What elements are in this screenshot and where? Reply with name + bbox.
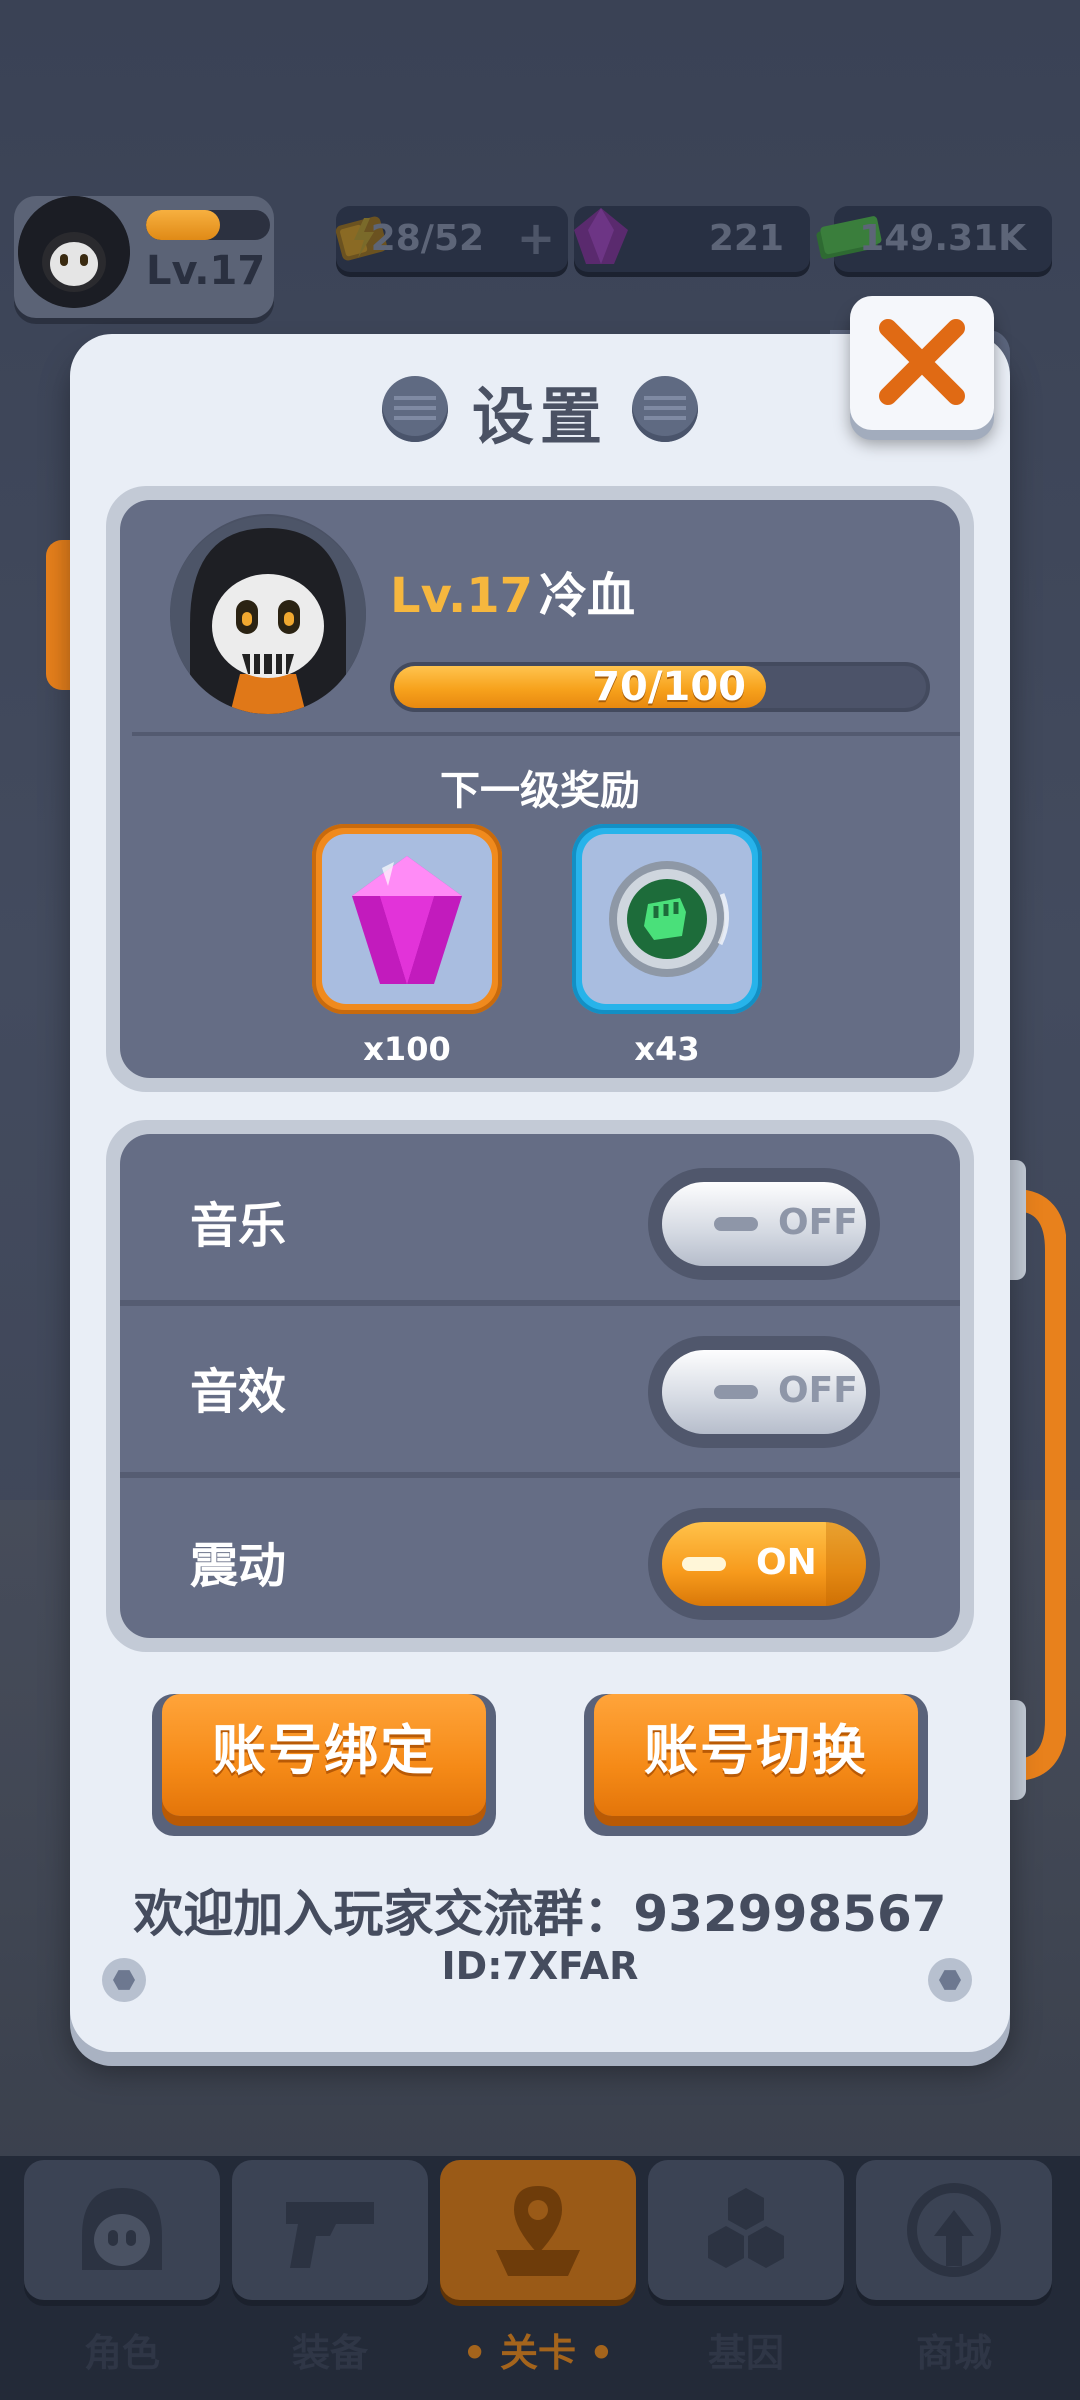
xp-progress-text: 70/100 (592, 664, 746, 710)
hexagon-cluster-icon (708, 2188, 784, 2268)
music-toggle[interactable]: OFF (662, 1182, 866, 1266)
switch-account-button[interactable]: 账号切换 (594, 1694, 918, 1816)
gem-icon (574, 208, 628, 264)
profile-avatar (170, 514, 366, 714)
nav-tab-shop[interactable] (856, 2160, 1052, 2300)
player-group-text: 欢迎加入玩家交流群：932998567 (133, 1885, 947, 1943)
purple-gem-icon (352, 856, 462, 984)
toggle-knob (714, 1217, 758, 1231)
settings-dialog: 设置 Lv.17 冷血 70/100 下一级奖励 x100 x43 音乐 OFF… (70, 334, 1010, 2052)
gem-counter[interactable]: 221 (574, 206, 810, 272)
xp-progress-bar: 70/100 (390, 662, 930, 712)
audio-settings-panel: 音乐 OFF 音效 OFF 震动 ON (106, 1120, 974, 1652)
nav-label-genes: 基因 (707, 2331, 784, 2375)
sfx-toggle-housing: OFF (648, 1336, 880, 1448)
profile-level: Lv.17 (390, 568, 533, 624)
music-toggle-state: OFF (778, 1202, 858, 1243)
gun-icon (286, 2202, 374, 2268)
profile-panel: Lv.17 冷血 70/100 下一级奖励 x100 x43 (106, 486, 974, 1092)
nav-tab-equipment[interactable] (232, 2160, 428, 2300)
skull-icon (82, 2188, 162, 2270)
switch-account-button-base: 账号切换 (584, 1694, 928, 1836)
hud-xp-bar (146, 210, 270, 240)
nav-tab-stages[interactable] (440, 2160, 636, 2300)
energy-counter[interactable]: 28/52 + (335, 206, 568, 272)
setting-row-sfx: 音效 OFF (120, 1306, 960, 1472)
setting-row-vibration: 震动 ON (120, 1478, 960, 1638)
add-energy-button[interactable]: + (514, 215, 558, 261)
nav-label-character: 角色 (83, 2331, 160, 2375)
player-name: 冷血 (539, 568, 636, 624)
reward-qty-gem: x100 (363, 1030, 451, 1068)
setting-row-music: 音乐 OFF (120, 1134, 960, 1300)
toggle-knob (714, 1385, 758, 1399)
nav-label-shop: 商城 (915, 2331, 992, 2375)
setting-label-sfx: 音效 (190, 1364, 287, 1420)
map-pin-icon (496, 2186, 580, 2276)
bind-account-button-base: 账号绑定 (152, 1694, 496, 1836)
close-icon (879, 319, 965, 405)
reward-slot-fist-coin[interactable] (572, 824, 762, 1014)
vibration-toggle[interactable]: ON (662, 1522, 866, 1606)
hud-avatar (18, 196, 130, 308)
next-level-reward-title: 下一级奖励 (440, 768, 640, 814)
profile-divider (132, 732, 960, 736)
setting-label-vibration: 震动 (190, 1538, 287, 1594)
setting-label-music: 音乐 (190, 1198, 287, 1254)
close-button[interactable] (850, 296, 994, 430)
music-toggle-housing: OFF (648, 1168, 880, 1280)
profile-level-line: Lv.17 冷血 (390, 556, 635, 626)
player-id-text[interactable]: ID:7XFAR (70, 1944, 1010, 1988)
nav-tab-genes[interactable] (648, 2160, 844, 2300)
hud-player-card[interactable]: Lv.17 (14, 196, 274, 318)
profile-panel-inner: Lv.17 冷血 70/100 下一级奖励 x100 x43 (120, 500, 960, 1078)
energy-value: 28/52 (370, 218, 484, 259)
green-fist-coin-icon (609, 861, 729, 977)
reward-slot-gem[interactable] (312, 824, 502, 1014)
cash-value: 149.31K (859, 218, 1026, 259)
toggle-knob (682, 1557, 726, 1571)
nav-tab-character[interactable] (24, 2160, 220, 2300)
cash-counter[interactable]: 149.31K (816, 206, 1052, 272)
audio-settings-inner: 音乐 OFF 音效 OFF 震动 ON (120, 1134, 960, 1638)
reward-qty-fist-coin: x43 (634, 1030, 700, 1068)
shop-icon (907, 2183, 1001, 2277)
nav-label-equipment: 装备 (291, 2331, 368, 2375)
screw-icon (928, 1958, 972, 2002)
screw-icon (102, 1958, 146, 2002)
hud-level-text: Lv.17 (146, 248, 266, 294)
bind-account-button[interactable]: 账号绑定 (162, 1694, 486, 1816)
sfx-toggle[interactable]: OFF (662, 1350, 866, 1434)
sfx-toggle-state: OFF (778, 1370, 858, 1411)
vibration-toggle-state: ON (756, 1542, 817, 1583)
gem-value: 221 (708, 218, 784, 259)
title-rivet-right (632, 376, 698, 442)
vibration-toggle-housing: ON (648, 1508, 880, 1620)
nav-label-stages: • 关卡 • (462, 2331, 614, 2375)
